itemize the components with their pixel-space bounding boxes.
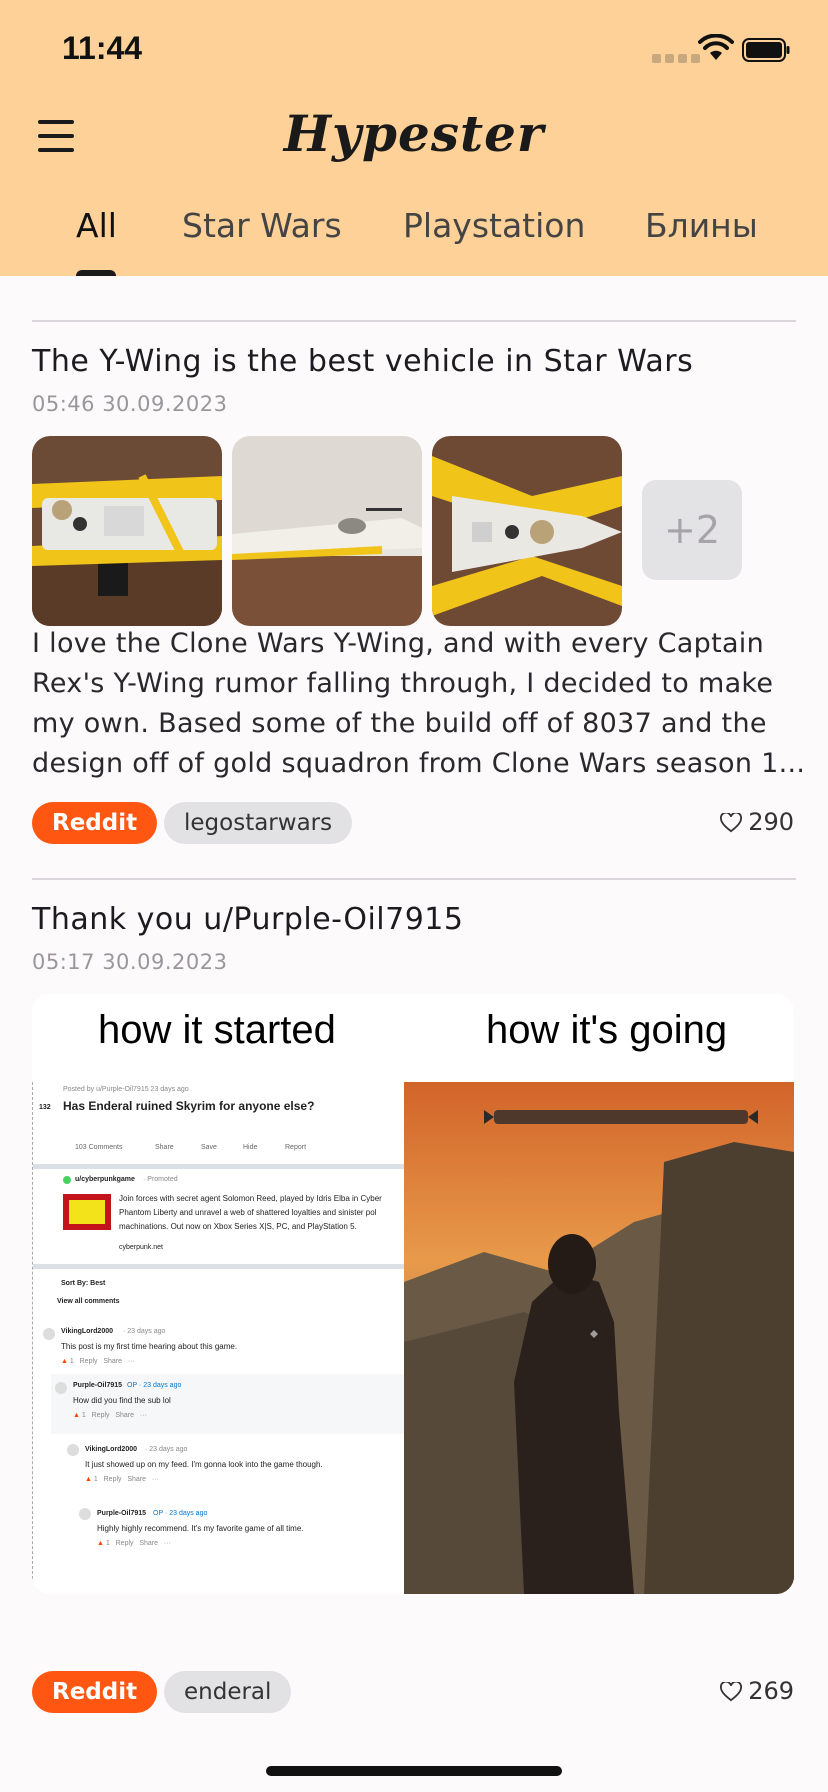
post-date: 05:46 30.09.2023 [32,392,228,416]
post-date: 05:17 30.09.2023 [32,950,228,974]
promo-user: u/cyberpunkgame [75,1176,135,1183]
app-title: Hypester [283,104,545,163]
comment-actions: ▲ 1 Reply Share ··· [73,1412,147,1419]
source-chip-reddit[interactable]: Reddit [32,802,158,844]
comment-actions: ▲ 1 Reply Share ··· [97,1540,171,1547]
reddit-report: Report [285,1144,307,1151]
meme-caption-right: how it's going [486,1008,728,1052]
post-title[interactable]: The Y-Wing is the best vehicle in Star W… [32,344,693,379]
promo-text-line: machinations. Out now on Xbox Series X|S… [119,1222,357,1231]
reddit-save: Save [201,1144,217,1151]
like-count: 290 [748,808,794,836]
meme-caption-left: how it started [98,1008,336,1052]
like-count: 269 [748,1677,794,1705]
comment-actions: ▲ 1 Reply Share ··· [85,1476,159,1483]
sort-by: Sort By: Best [61,1280,106,1287]
comment-user: Purple-Oil7915 [73,1382,123,1389]
post-body: I love the Clone Wars Y-Wing, and with e… [32,624,802,784]
heart-icon [720,1680,743,1702]
post-image-1[interactable] [32,436,222,626]
comment-text: It just showed up on my feed. I'm gonna … [85,1460,323,1469]
active-tab-indicator [76,270,116,276]
comment-meta: OP · 23 days ago [127,1382,182,1389]
view-all-comments: View all comments [57,1298,120,1305]
tab-playstation[interactable]: Playstation [403,206,585,245]
post-body-line: Rex's Y-Wing rumor falling through, I de… [32,668,774,699]
like-button[interactable]: 269 [720,1677,794,1705]
post-body-line: my own. Based some of the build off of 8… [32,708,767,739]
post-divider [32,878,796,880]
post-divider [32,320,796,322]
promo-link: cyberpunk.net [119,1244,163,1251]
source-chip-reddit[interactable]: Reddit [32,1671,158,1713]
comment-user: VikingLord2000 [61,1328,114,1335]
tag-chip[interactable]: enderal [164,1671,292,1713]
app-header: 11:44 Hypester All Star Wars Playstation… [0,0,828,276]
like-button[interactable]: 290 [720,808,794,836]
post-title[interactable]: Thank you u/Purple-Oil7915 [32,902,463,937]
promo-text-line: Join forces with secret agent Solomon Re… [119,1194,382,1203]
reddit-comments-count: 103 Comments [75,1144,123,1151]
tab-star-wars[interactable]: Star Wars [182,206,342,245]
battery-icon [742,38,790,62]
comment-user: Purple-Oil7915 [97,1510,147,1517]
game-screenshot-panel [404,1082,794,1594]
status-bar: 11:44 [0,0,828,100]
post-image-2[interactable] [232,436,422,626]
reddit-posted-by: Posted by u/Purple-Oil7915 23 days ago [63,1086,189,1093]
home-indicator[interactable] [266,1766,562,1776]
tab-all[interactable]: All [76,206,117,245]
cellular-signal-icon [652,54,704,63]
post-body-line: design off of gold squadron from Clone W… [32,748,802,779]
category-tabs: All Star Wars Playstation Блины [0,200,828,276]
comment-meta: · 23 days ago [145,1446,188,1453]
reddit-screenshot-panel: Posted by u/Purple-Oil7915 23 days ago 1… [32,1082,405,1594]
promo-text-line: Phantom Liberty and unravel a web of sha… [119,1208,377,1217]
comment-text: How did you find the sub lol [73,1396,171,1405]
more-images-badge[interactable]: +2 [642,480,742,580]
reddit-share: Share [155,1144,174,1151]
comment-text: Highly highly recommend. It's my favorit… [97,1524,304,1533]
comment-user: VikingLord2000 [85,1446,138,1453]
status-time: 11:44 [62,30,143,66]
reddit-hide: Hide [243,1144,258,1151]
comment-meta: · 23 days ago [123,1328,166,1335]
post-body-line: I love the Clone Wars Y-Wing, and with e… [32,628,765,659]
reddit-question: Has Enderal ruined Skyrim for anyone els… [63,1099,315,1113]
tab-bliny[interactable]: Блины [645,206,758,245]
reddit-votes: 132 [39,1104,51,1111]
comment-meta: OP · 23 days ago [153,1510,208,1517]
post-image-3[interactable] [432,436,622,626]
comment-actions: ▲ 1 Reply Share ··· [61,1358,135,1365]
promo-tag: · Promoted [143,1176,178,1183]
heart-icon [720,811,743,833]
comment-text: This post is my first time hearing about… [61,1342,238,1351]
tag-chip[interactable]: legostarwars [164,802,353,844]
wifi-icon [698,34,734,60]
post-image-meme[interactable]: how it started how it's going Posted by … [32,994,794,1594]
